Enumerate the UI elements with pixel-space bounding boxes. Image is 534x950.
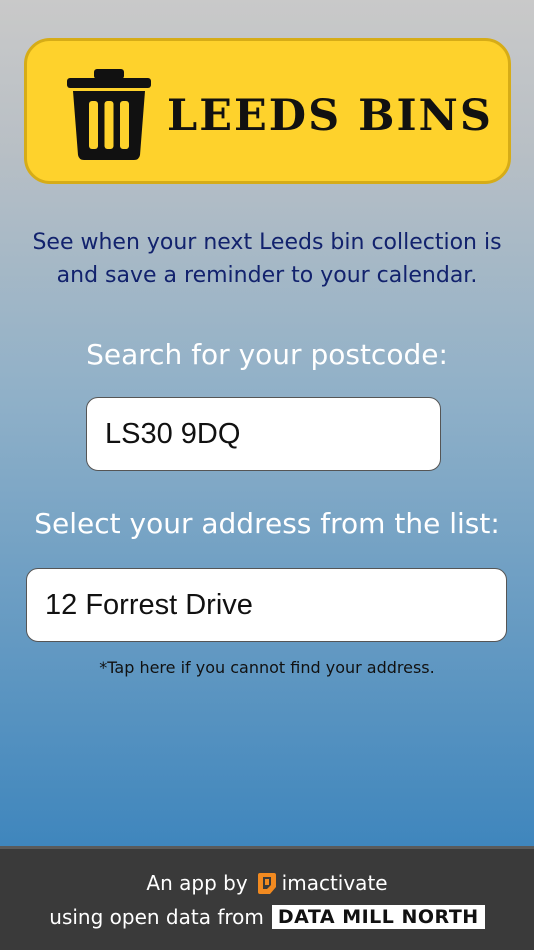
address-select[interactable]: 12 Forrest Drive — [26, 568, 507, 642]
postcode-input[interactable]: LS30 9DQ — [86, 397, 441, 471]
intro-line-2: and save a reminder to your calendar. — [56, 263, 478, 288]
footer-credit: An app by imactivate — [0, 871, 534, 895]
footer-by-text: An app by — [146, 871, 248, 895]
intro-line-1: See when your next Leeds bin collection … — [32, 230, 502, 255]
postcode-label: Search for your postcode: — [86, 338, 448, 371]
intro-text: See when your next Leeds bin collection … — [0, 226, 534, 292]
trash-bin-icon — [67, 69, 151, 160]
address-label: Select your address from the list: — [34, 507, 500, 540]
app-logo-banner: LEEDS BINS — [24, 38, 511, 184]
footer-brand-link[interactable]: imactivate — [282, 871, 388, 895]
footer-data-credit: using open data from DATA MILL NORTH — [0, 905, 534, 929]
footer: An app by imactivate using open data fro… — [0, 846, 534, 950]
app-title: LEEDS BINS — [167, 91, 493, 141]
imactivate-logo-icon — [257, 871, 277, 895]
footer-data-text: using open data from — [49, 905, 264, 929]
address-help-link[interactable]: *Tap here if you cannot find your addres… — [0, 658, 534, 677]
data-mill-north-link[interactable]: DATA MILL NORTH — [271, 905, 485, 929]
